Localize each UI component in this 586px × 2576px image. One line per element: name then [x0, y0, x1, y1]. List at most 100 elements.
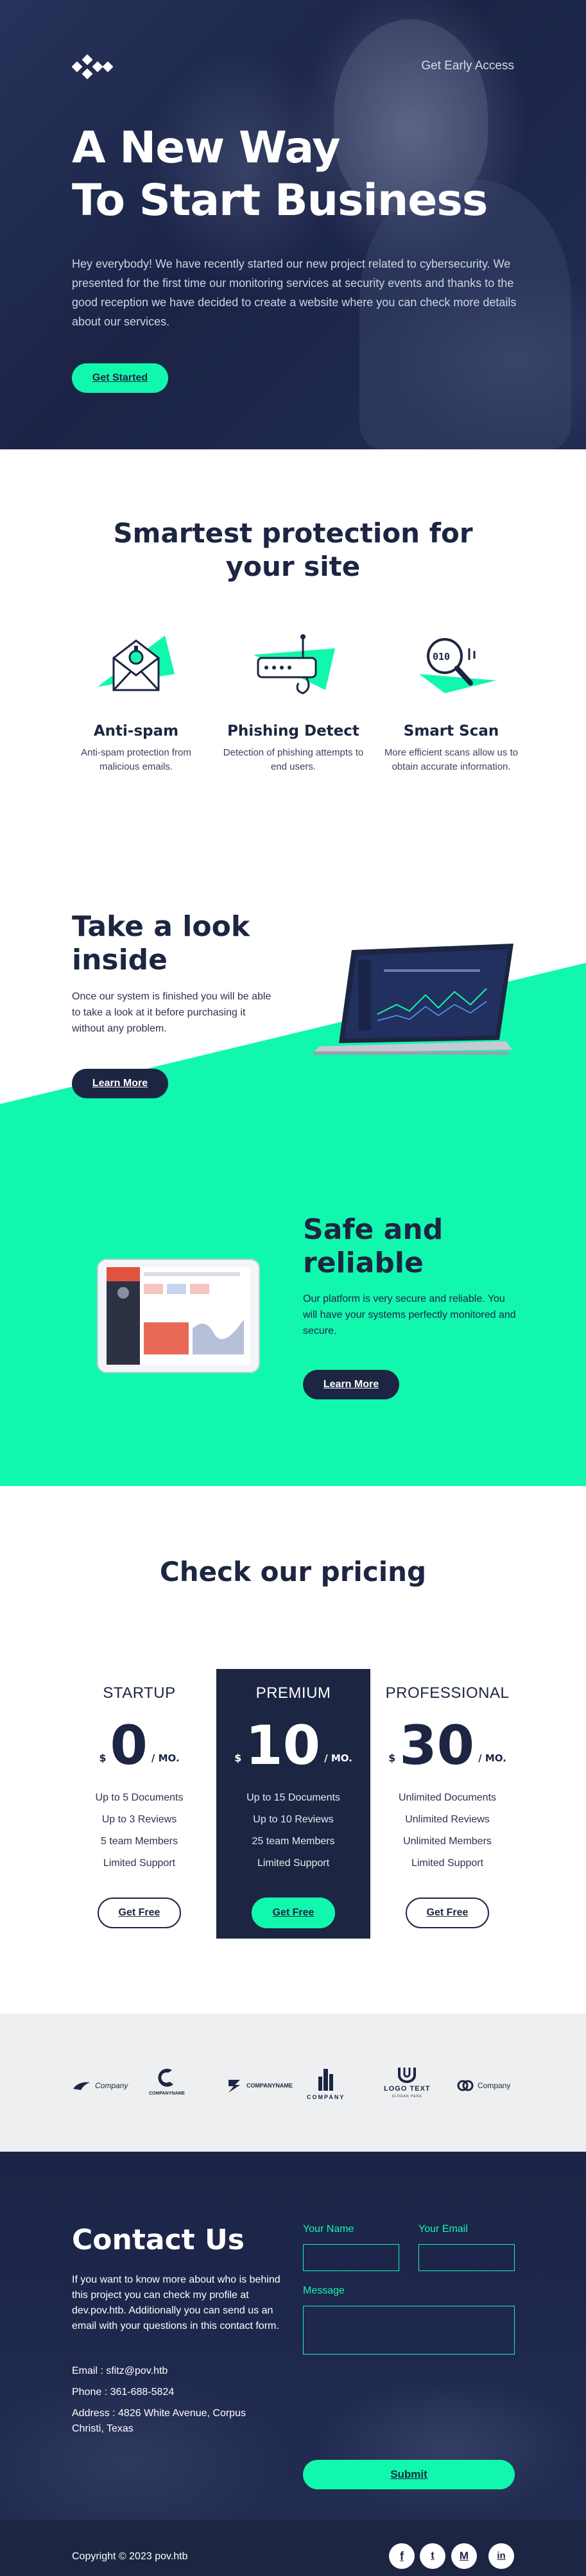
- plan-feature: 25 team Members: [252, 1836, 335, 1847]
- feature-description: Anti-spam protection from malicious emai…: [81, 747, 191, 772]
- price-currency: $: [388, 1752, 396, 1764]
- price-currency: $: [234, 1752, 242, 1764]
- take-a-look-title-line1: Take a look: [72, 910, 250, 943]
- company-logo-label: COMPANYNAME: [246, 2082, 293, 2089]
- safe-reliable-text: Our platform is very secure and reliable…: [303, 1293, 516, 1336]
- plan-card-startup: STARTUP $ 0 / MO. Up to 5 Documents Up t…: [62, 1669, 216, 1939]
- learn-more-button[interactable]: Learn More: [72, 1069, 168, 1098]
- get-free-button[interactable]: Get Free: [406, 1897, 489, 1928]
- company-logo-tagline: SLOGAN HERE: [392, 2095, 422, 2098]
- plan-price: $ 30 / MO.: [370, 1716, 524, 1774]
- plan-price: $ 10 / MO.: [216, 1716, 370, 1774]
- company-logo-6: Company: [457, 2066, 510, 2105]
- price-amount: 10: [245, 1714, 321, 1777]
- hero-title-line2: To Start Business: [72, 175, 488, 226]
- plan-feature: Limited Support: [103, 1858, 176, 1869]
- facebook-icon[interactable]: f: [389, 2543, 415, 2569]
- contact-info: Email : sfitz@pov.htb Phone : 361-688-58…: [72, 2364, 280, 2442]
- plan-features: Up to 15 Documents Up to 10 Reviews 25 t…: [216, 1787, 370, 1874]
- swirl-icon: [158, 2068, 173, 2087]
- price-period: / MO.: [151, 1752, 180, 1764]
- linkedin-icon[interactable]: in: [488, 2543, 514, 2569]
- feature-title: Anti-spam: [93, 723, 179, 739]
- feature-smart-scan: 010 Smart Scan More efficient scans allo…: [381, 629, 522, 774]
- contact-phone: Phone : 361-688-5824: [72, 2387, 175, 2398]
- plan-features: Up to 5 Documents Up to 3 Reviews 5 team…: [62, 1787, 216, 1874]
- laptop-dashboard-image: [313, 944, 513, 1055]
- get-free-button[interactable]: Get Free: [98, 1897, 181, 1928]
- learn-more-button[interactable]: Learn More: [303, 1370, 399, 1399]
- message-label: Message: [303, 2285, 345, 2296]
- your-name-label: Your Name: [303, 2224, 354, 2235]
- plan-features: Unlimited Documents Unlimited Reviews Un…: [370, 1787, 524, 1874]
- client-logos-band: Company COMPANYNAME COMPANYNAME COMPANY …: [0, 2014, 586, 2152]
- company-logo-2: COMPANYNAME: [149, 2066, 185, 2105]
- get-started-button[interactable]: Get Started: [72, 363, 168, 393]
- router-icon: [254, 634, 335, 695]
- hero-section: Get Early Access A New Way To Start Busi…: [0, 0, 586, 449]
- footer: Copyright © 2023 pov.htb f t M in: [0, 2520, 586, 2576]
- safe-reliable-title-line1: Safe and: [303, 1213, 444, 1246]
- feature-phishing-detect: Phishing Detect Detection of phishing at…: [223, 629, 364, 774]
- plan-feature: Up to 5 Documents: [95, 1792, 184, 1803]
- copyright-text: Copyright © 2023 pov.htb: [72, 2551, 188, 2562]
- s-mark-icon: [228, 2080, 240, 2093]
- horseshoe-icon: [398, 2068, 417, 2083]
- message-textarea[interactable]: [303, 2306, 515, 2355]
- get-early-access-link[interactable]: Get Early Access: [421, 59, 514, 73]
- plan-price: $ 0 / MO.: [62, 1716, 216, 1774]
- price-currency: $: [99, 1752, 107, 1764]
- safe-reliable-title-line2: reliable: [303, 1247, 424, 1279]
- your-email-input[interactable]: [418, 2244, 515, 2271]
- plan-card-premium: PREMIUM $ 10 / MO. Up to 15 Documents Up…: [216, 1669, 370, 1939]
- company-logo-3: COMPANYNAME: [226, 2066, 293, 2105]
- feature-title: Phishing Detect: [227, 723, 359, 739]
- buildings-icon: [318, 2069, 333, 2091]
- site-logo[interactable]: [72, 54, 113, 80]
- company-logo-5: LOGO TEXT SLOGAN HERE: [384, 2066, 431, 2105]
- take-a-look-title-line2: inside: [72, 944, 168, 976]
- company-logo-1: Company: [72, 2066, 128, 2105]
- your-email-label: Your Email: [418, 2224, 468, 2235]
- feature-title: Smart Scan: [403, 723, 499, 739]
- company-logo-label: Company: [95, 2081, 128, 2090]
- your-name-input[interactable]: [303, 2244, 399, 2271]
- contact-email: Email : sfitz@pov.htb: [72, 2365, 168, 2376]
- bird-icon: [73, 2082, 90, 2090]
- plan-feature: Limited Support: [257, 1858, 330, 1869]
- plan-feature: Up to 15 Documents: [246, 1792, 340, 1803]
- contact-section: Contact Us If you want to know more abou…: [0, 2152, 586, 2520]
- company-logo-label: COMPANY: [307, 2094, 345, 2100]
- plan-feature: Up to 3 Reviews: [101, 1814, 177, 1825]
- take-a-look-title: Take a look inside: [72, 910, 250, 977]
- features-section: Smartest protection for your site Anti-s…: [0, 449, 586, 834]
- plan-feature: Limited Support: [411, 1858, 484, 1869]
- tablet-app-image: [97, 1259, 260, 1373]
- hero-title-line1: A New Way: [72, 123, 341, 173]
- plan-name: STARTUP: [103, 1684, 176, 1702]
- hero-title: A New Way To Start Business: [72, 122, 488, 227]
- company-logo-label: LOGO TEXT: [384, 2085, 431, 2093]
- company-logo-4: COMPANY: [307, 2066, 345, 2105]
- feature-description: Detection of phishing attempts to end us…: [223, 747, 364, 772]
- submit-button[interactable]: Submit: [303, 2460, 515, 2489]
- plan-card-professional: PROFESSIONAL $ 30 / MO. Unlimited Docume…: [370, 1669, 524, 1939]
- price-period: / MO.: [478, 1752, 506, 1764]
- medium-icon[interactable]: M: [451, 2543, 477, 2569]
- take-a-look-text: Once our system is finished you will be …: [72, 991, 271, 1034]
- plan-feature: 5 team Members: [100, 1836, 178, 1847]
- page: Get Early Access A New Way To Start Busi…: [0, 0, 586, 2576]
- price-amount: 0: [110, 1714, 148, 1777]
- plan-feature: Unlimited Members: [403, 1836, 492, 1847]
- price-period: / MO.: [324, 1752, 352, 1764]
- envelope-icon: [98, 635, 175, 691]
- contact-description: If you want to know more about who is be…: [72, 2274, 280, 2331]
- price-amount: 30: [399, 1714, 475, 1777]
- twitter-icon[interactable]: t: [420, 2543, 445, 2569]
- svg-text:010: 010: [433, 651, 450, 662]
- get-free-button[interactable]: Get Free: [252, 1897, 335, 1928]
- feature-anti-spam: Anti-spam Anti-spam protection from mali…: [65, 629, 207, 774]
- plan-feature: Unlimited Documents: [398, 1792, 497, 1803]
- features-title: Smartest protection for your site: [113, 517, 473, 582]
- pricing-title: Check our pricing: [159, 1556, 427, 1587]
